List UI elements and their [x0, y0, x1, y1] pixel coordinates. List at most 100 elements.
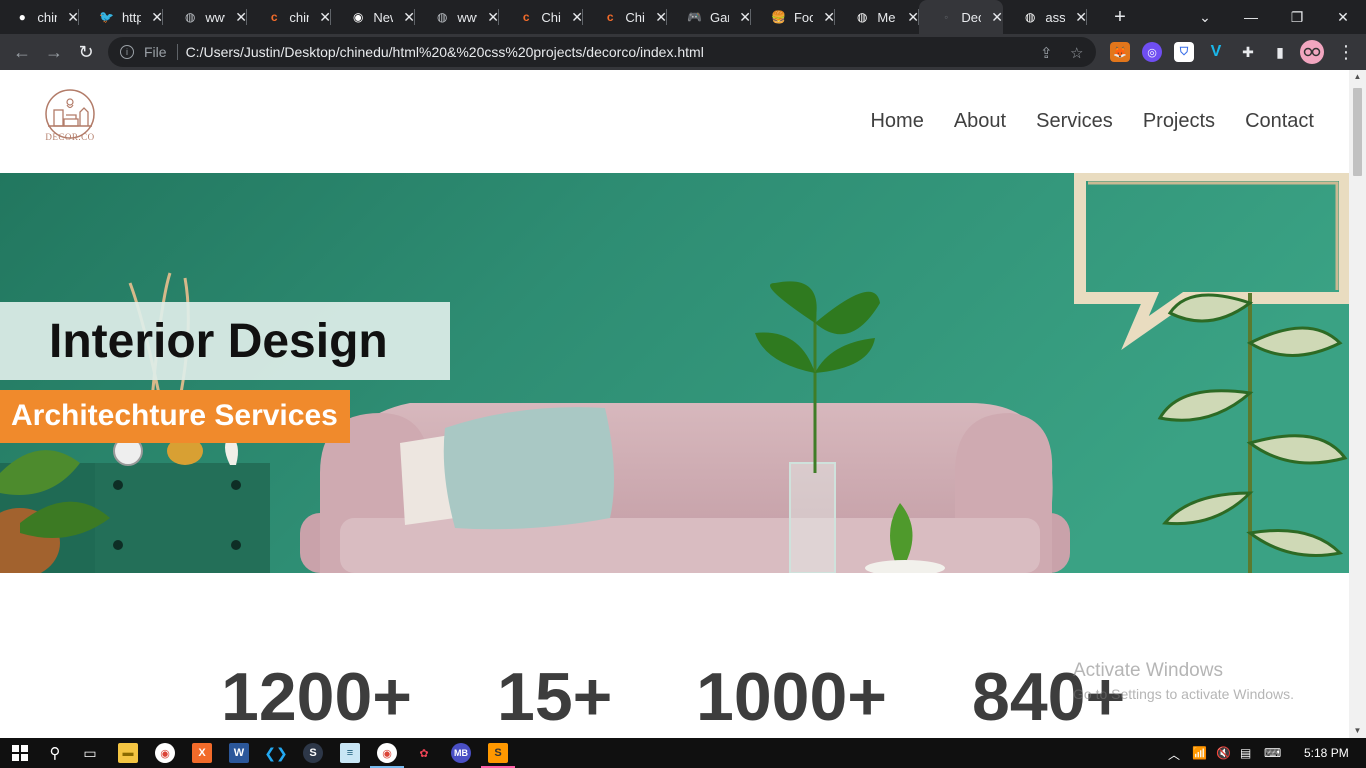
- browser-toolbar: ← → ↻ i File C:/Users/Justin/Desktop/chi…: [0, 34, 1366, 70]
- forward-button[interactable]: →: [40, 38, 68, 66]
- tab-title: chinedu: [37, 9, 57, 25]
- vimeo-extension-icon[interactable]: V: [1206, 42, 1226, 62]
- tab-title: Me: [877, 9, 896, 25]
- tab-title: assi: [1045, 9, 1066, 25]
- browser-tab[interactable]: ◍assi✕: [1003, 0, 1087, 34]
- browser-tab[interactable]: ◍www✕: [415, 0, 499, 34]
- stat-value: 15+: [497, 659, 613, 735]
- codepen-c-icon: c: [270, 10, 278, 24]
- extensions-puzzle-icon[interactable]: ✚: [1238, 42, 1258, 62]
- scrollbar-thumb[interactable]: [1353, 88, 1362, 176]
- browser-tab[interactable]: ◉New✕: [331, 0, 415, 34]
- burger-icon: 🍔: [771, 10, 786, 24]
- tab-search-icon[interactable]: ⌄: [1182, 0, 1228, 34]
- browser-tab[interactable]: c Chi ✕: [583, 0, 667, 34]
- side-panel-icon[interactable]: ▮: [1270, 42, 1290, 62]
- chrome-active-taskbar-icon[interactable]: ◉: [377, 743, 397, 763]
- tab-title: www: [205, 9, 225, 25]
- keyboard-icon[interactable]: ⌨: [1264, 746, 1281, 760]
- browser-menu-icon[interactable]: ⋮: [1332, 38, 1360, 66]
- share-icon[interactable]: ⇪: [1040, 44, 1053, 62]
- activate-windows-watermark: Activate Windows Go to Settings to activ…: [1073, 660, 1294, 702]
- browser-tab[interactable]: 🍔 Foo ✕: [751, 0, 835, 34]
- address-url[interactable]: C:/Users/Justin/Desktop/chinedu/html%20&…: [186, 44, 704, 60]
- tab-title: https: [121, 9, 142, 25]
- gamepad-icon: 🎮: [687, 10, 702, 24]
- bookmark-star-icon[interactable]: ☆: [1070, 44, 1083, 62]
- logo-wordmark: DECOR.CO: [45, 132, 95, 142]
- shield-extension-icon[interactable]: ⛉: [1174, 42, 1194, 62]
- hero-subtitle: Architechture Services: [11, 399, 338, 432]
- windows-start-icon[interactable]: [10, 743, 30, 763]
- browser-tab[interactable]: 🎮Gam✕: [667, 0, 751, 34]
- paint-icon[interactable]: ✿: [414, 743, 434, 763]
- watermark-title: Activate Windows: [1073, 660, 1223, 681]
- metamask-extension-icon[interactable]: 🦊: [1110, 42, 1130, 62]
- close-window-button[interactable]: ✕: [1320, 0, 1366, 34]
- xampp-icon[interactable]: X: [192, 743, 212, 763]
- address-scheme: File: [144, 44, 167, 60]
- stat-value: 1000+: [696, 659, 887, 735]
- minimize-button[interactable]: —: [1228, 0, 1274, 34]
- tab-separator: [1086, 9, 1087, 25]
- task-view-icon[interactable]: ▭: [80, 743, 100, 763]
- browser-tab[interactable]: ◍www✕: [163, 0, 247, 34]
- nav-link-home[interactable]: Home: [870, 110, 923, 133]
- windows-taskbar: ⚲ ▭ ▬ ◉ X W ❮❯ S ≡ ◉ ✿ MB S ︿ 📶 🔇 ▤ ⌨ 5:…: [0, 738, 1366, 768]
- decor-icon: ◦: [944, 10, 949, 24]
- page-scrollbar[interactable]: ▲ ▼: [1349, 70, 1366, 738]
- twitter-icon: 🐦: [99, 10, 114, 24]
- malwarebytes-icon[interactable]: MB: [451, 743, 471, 763]
- tab-close-icon[interactable]: ✕: [991, 9, 1003, 26]
- nav-link-services[interactable]: Services: [1036, 110, 1113, 133]
- extension-purple-icon[interactable]: ◎: [1142, 42, 1162, 62]
- chrome-icon: ◉: [352, 10, 364, 24]
- hero-title-box: Interior Design: [0, 302, 450, 380]
- site-info-icon[interactable]: i: [120, 45, 134, 59]
- scroll-down-arrow-icon[interactable]: ▼: [1349, 724, 1366, 738]
- browser-tab[interactable]: cchinedu✕: [247, 0, 331, 34]
- browser-tab[interactable]: 🐦https✕: [79, 0, 163, 34]
- globe-icon: ◍: [436, 10, 448, 24]
- file-explorer-icon[interactable]: ▬: [118, 743, 138, 763]
- github-icon: ●: [18, 10, 26, 24]
- tab-strip: ●chinedu✕🐦https✕◍www✕cchinedu✕◉New✕◍www✕…: [0, 0, 1366, 34]
- codepen-c-icon: c: [522, 10, 530, 24]
- nav-link-projects[interactable]: Projects: [1143, 110, 1215, 133]
- notifications-icon[interactable]: ▤: [1240, 746, 1251, 760]
- browser-tab[interactable]: c Chi ✕: [499, 0, 583, 34]
- app-s-icon[interactable]: S: [303, 743, 323, 763]
- nav-link-contact[interactable]: Contact: [1245, 110, 1314, 133]
- browser-tab[interactable]: ◦ Dec ✕: [919, 0, 1003, 34]
- tab-title: Chi: [541, 9, 561, 25]
- profile-avatar[interactable]: [1300, 40, 1324, 64]
- reload-button[interactable]: ↻: [72, 38, 100, 66]
- tab-title: Foo: [793, 9, 814, 25]
- hero-title: Interior Design: [49, 315, 388, 368]
- word-icon[interactable]: W: [229, 743, 249, 763]
- search-icon[interactable]: ⚲: [45, 743, 65, 763]
- address-bar[interactable]: i File C:/Users/Justin/Desktop/chinedu/h…: [108, 37, 1096, 67]
- globe-icon: ◍: [184, 10, 196, 24]
- watermark-subtitle: Go to Settings to activate Windows.: [1073, 686, 1294, 702]
- network-icon[interactable]: 📶: [1192, 746, 1207, 760]
- new-tab-button[interactable]: +: [1108, 5, 1132, 29]
- tab-title: www: [457, 9, 477, 25]
- notepad-icon[interactable]: ≡: [340, 743, 360, 763]
- nav-link-about[interactable]: About: [954, 110, 1006, 133]
- restore-button[interactable]: ❐: [1274, 0, 1320, 34]
- sublime-text-icon[interactable]: S: [488, 743, 508, 763]
- volume-muted-icon[interactable]: 🔇: [1216, 746, 1231, 760]
- address-divider: [176, 44, 178, 60]
- back-button[interactable]: ←: [8, 38, 36, 66]
- main-nav: Home About Services Projects Contact: [870, 110, 1314, 133]
- globe-icon: ◍: [856, 10, 868, 24]
- tray-chevron-icon[interactable]: ︿: [1168, 746, 1180, 763]
- browser-tab[interactable]: ◍ Me ✕: [835, 0, 919, 34]
- taskbar-clock[interactable]: 5:18 PM: [1304, 746, 1349, 760]
- globe-icon: ◍: [1024, 10, 1036, 24]
- browser-tab[interactable]: ●chinedu✕: [0, 0, 79, 34]
- scroll-up-arrow-icon[interactable]: ▲: [1349, 70, 1366, 84]
- vscode-icon[interactable]: ❮❯: [264, 743, 287, 763]
- chrome-taskbar-icon[interactable]: ◉: [155, 743, 175, 763]
